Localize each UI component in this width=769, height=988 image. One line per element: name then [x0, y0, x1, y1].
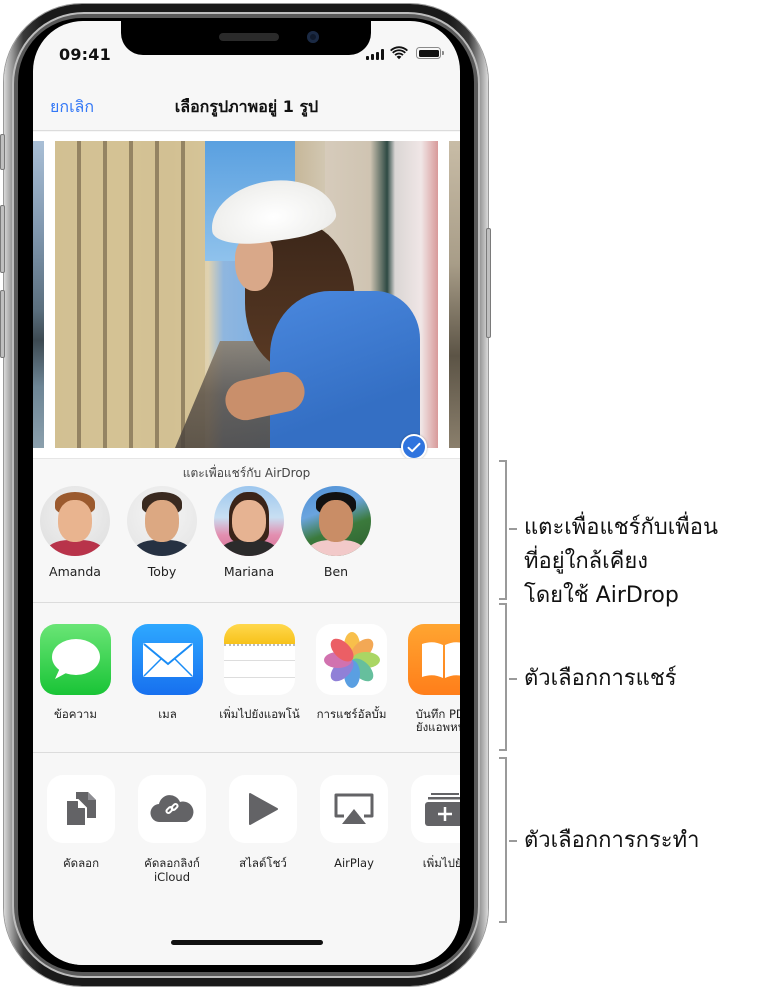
- share-apps-row: ข้อความ เมล เพิ่มไปยังแอพโน้ การแชร์อัลบ…: [40, 624, 460, 734]
- airplay-icon: [320, 775, 388, 843]
- app-label: เพิ่มไปยังแอพโน้: [219, 707, 300, 721]
- airdrop-person-ben[interactable]: Ben: [301, 486, 371, 579]
- share-app-notes[interactable]: เพิ่มไปยังแอพโน้: [219, 624, 300, 734]
- action-label-line1: คัดลอกลิงก์: [144, 856, 200, 870]
- signal-icon: [366, 49, 384, 60]
- app-label-line2: ยังแอพหนัง: [415, 720, 460, 734]
- status-time: 09:41: [59, 45, 111, 64]
- speaker-grille: [219, 33, 279, 41]
- callout-tick-airdrop: [509, 528, 517, 530]
- person-name: Mariana: [223, 564, 275, 579]
- slideshow-icon: [229, 775, 297, 843]
- side-button: [486, 228, 491, 338]
- add-to-album-icon: [411, 775, 460, 843]
- action-add-to-album[interactable]: เพิ่มไปยัง: [411, 775, 460, 884]
- nav-title: เลือกรูปภาพอยู่ 1 รูป: [174, 97, 319, 116]
- battery-cap: [442, 51, 444, 55]
- actions-section: คัดลอก คัดลอกลิงก์ iCloud สไลด์โชว์ AirPl…: [33, 753, 460, 965]
- messages-icon: [40, 624, 111, 695]
- share-app-shared-albums[interactable]: การแชร์อัลบั้ม: [316, 624, 387, 734]
- callout-action-options: ตัวเลือกการกระทำ: [524, 828, 700, 853]
- callout-tick-actions: [509, 840, 517, 842]
- share-app-books[interactable]: บันทึก PDFยังแอพหนัง: [408, 624, 460, 734]
- action-label-line2: iCloud: [153, 870, 191, 884]
- callout-bracket-actions: [499, 757, 507, 923]
- person-name: Amanda: [49, 564, 101, 579]
- app-label-line1: บันทึก PDF: [415, 707, 460, 721]
- photos-icon: [316, 624, 387, 695]
- app-label: บันทึก PDFยังแอพหนัง: [416, 708, 460, 734]
- home-indicator[interactable]: [171, 940, 323, 945]
- photo-face: [235, 236, 273, 291]
- front-camera: [307, 31, 319, 43]
- avatar: [40, 486, 110, 556]
- person-name: Toby: [147, 564, 177, 579]
- action-label: คัดลอกลิงก์ iCloud: [144, 856, 200, 884]
- icloud-link-icon: [138, 775, 206, 843]
- photo-thumbnail-next[interactable]: [449, 141, 460, 448]
- photo-shirt: [270, 291, 420, 448]
- airdrop-people-list: Amanda Toby Mariana Ben: [40, 486, 371, 579]
- volume-down-button: [0, 290, 5, 358]
- notch: [121, 21, 371, 55]
- copy-icon: [47, 775, 115, 843]
- action-label: สไลด์โชว์: [239, 856, 287, 870]
- photo-thumbnail-previous[interactable]: [33, 141, 44, 448]
- share-app-mail[interactable]: เมล: [132, 624, 203, 734]
- photo-building-left: [55, 141, 205, 448]
- callout-bracket-airdrop: [499, 460, 507, 600]
- share-app-messages[interactable]: ข้อความ: [40, 624, 111, 734]
- action-label: คัดลอก: [62, 856, 100, 870]
- action-label: เพิ่มไปยัง: [422, 856, 460, 870]
- airdrop-person-mariana[interactable]: Mariana: [214, 486, 284, 579]
- actions-row: คัดลอก คัดลอกลิงก์ iCloud สไลด์โชว์ AirPl…: [47, 775, 460, 884]
- callout-airdrop: แตะเพื่อแชร์กับเพื่อน ที่อยู่ใกล้เคียง โ…: [524, 511, 718, 613]
- share-sheet-screen: 09:41 ยกเลิก เลือกรูปภาพอยู่ 1 รูป แตะเพ…: [33, 21, 460, 965]
- avatar: [214, 486, 284, 556]
- callout-airdrop-line1: แตะเพื่อแชร์กับเพื่อน: [524, 515, 719, 540]
- app-label: การแชร์อัลบั้ม: [316, 707, 387, 721]
- wifi-icon: [390, 46, 408, 60]
- photo-strip[interactable]: [33, 132, 460, 458]
- callout-share-options: ตัวเลือกการแชร์: [524, 666, 677, 691]
- callout-bracket-share: [499, 603, 507, 751]
- selected-checkmark-icon[interactable]: [401, 434, 427, 458]
- volume-up-button: [0, 205, 5, 273]
- photo-thumbnail-selected[interactable]: [55, 141, 438, 448]
- app-label: ข้อความ: [54, 707, 97, 721]
- action-copy-icloud-link[interactable]: คัดลอกลิงก์ iCloud: [138, 775, 206, 884]
- notes-icon: [224, 624, 295, 695]
- share-apps-section: ข้อความ เมล เพิ่มไปยังแอพโน้ การแชร์อัลบ…: [33, 603, 460, 753]
- callout-airdrop-line2: ที่อยู่ใกล้เคียง: [524, 549, 649, 574]
- avatar: [127, 486, 197, 556]
- battery-icon: [416, 47, 441, 59]
- person-name: Ben: [323, 564, 349, 579]
- airdrop-person-amanda[interactable]: Amanda: [40, 486, 110, 579]
- nav-bar: ยกเลิก เลือกรูปภาพอยู่ 1 รูป: [33, 81, 460, 131]
- action-copy[interactable]: คัดลอก: [47, 775, 115, 884]
- mail-icon: [132, 624, 203, 695]
- action-label: AirPlay: [334, 856, 374, 870]
- books-icon: [408, 624, 460, 695]
- airdrop-hint: แตะเพื่อแชร์กับ AirDrop: [182, 466, 311, 480]
- app-label: เมล: [158, 707, 177, 721]
- callout-tick-share: [509, 678, 517, 680]
- airdrop-person-toby[interactable]: Toby: [127, 486, 197, 579]
- action-airplay[interactable]: AirPlay: [320, 775, 388, 884]
- airdrop-section: แตะเพื่อแชร์กับ AirDrop Amanda Toby Mari…: [33, 458, 460, 603]
- action-slideshow[interactable]: สไลด์โชว์: [229, 775, 297, 884]
- callout-airdrop-line3: โดยใช้ AirDrop: [524, 583, 679, 608]
- avatar: [301, 486, 371, 556]
- silent-switch: [0, 134, 5, 170]
